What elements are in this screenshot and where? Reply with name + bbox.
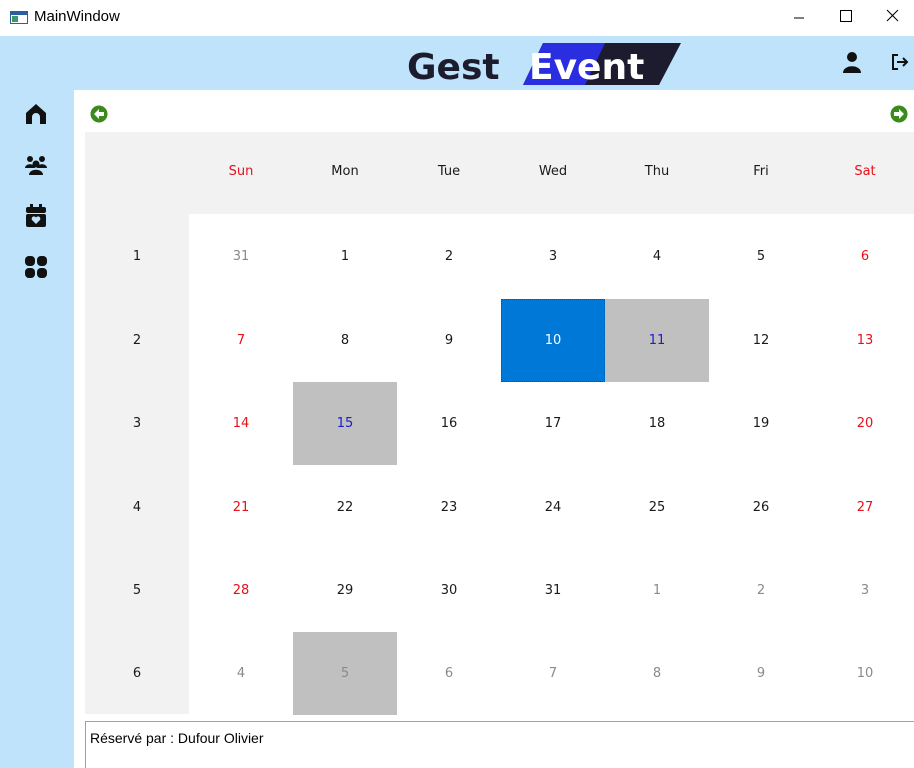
day-cell[interactable]: 8	[605, 632, 709, 715]
day-cell[interactable]: 30	[397, 549, 501, 632]
logout-icon[interactable]	[891, 53, 909, 71]
day-cell[interactable]: 3	[501, 215, 605, 298]
reservation-text: Réservé par : Dufour Olivier	[90, 730, 264, 746]
gest-event-logo: Gest Event	[407, 43, 681, 87]
close-icon	[886, 9, 899, 22]
day-cell[interactable]: 13	[813, 299, 914, 382]
maximize-button[interactable]	[822, 0, 868, 36]
day-cell[interactable]: 18	[605, 382, 709, 465]
selected-day-cell[interactable]: 10	[501, 299, 605, 382]
app-header: Gest Event	[0, 36, 914, 90]
window-title: MainWindow	[34, 8, 120, 25]
week-number: 6	[132, 666, 142, 681]
day-cell[interactable]: 4	[189, 632, 293, 715]
day-cell[interactable]: 4	[605, 215, 709, 298]
user-icon[interactable]	[843, 51, 861, 73]
day-cell[interactable]: 20	[813, 382, 914, 465]
day-cell[interactable]: 16	[397, 382, 501, 465]
day-cell[interactable]: 29	[293, 549, 397, 632]
day-cell[interactable]: 31	[501, 549, 605, 632]
week-number: 4	[132, 500, 142, 515]
day-cell[interactable]: 12	[709, 299, 813, 382]
logo-text-gest: Gest	[407, 47, 500, 87]
day-cell[interactable]: 27	[813, 466, 914, 549]
booked-day-cell[interactable]: 5	[293, 632, 397, 715]
day-cell[interactable]: 22	[293, 466, 397, 549]
day-cell[interactable]: 24	[501, 466, 605, 549]
day-cell[interactable]: 23	[397, 466, 501, 549]
day-header-fri: Fri	[753, 164, 769, 179]
day-header-sat: Sat	[854, 164, 876, 179]
week-number: 5	[132, 583, 142, 598]
sidebar	[0, 90, 74, 768]
reservation-info-box: Réservé par : Dufour Olivier	[85, 721, 914, 768]
maximize-icon	[840, 10, 852, 22]
day-cell[interactable]: 28	[189, 549, 293, 632]
day-cell[interactable]: 9	[397, 299, 501, 382]
close-button[interactable]	[868, 0, 914, 36]
day-cell[interactable]: 31	[189, 215, 293, 298]
users-icon[interactable]	[24, 153, 48, 177]
grid-icon[interactable]	[24, 255, 48, 279]
day-header-mon: Mon	[331, 164, 359, 179]
day-header-thu: Thu	[644, 164, 670, 179]
home-icon[interactable]	[24, 102, 48, 126]
day-cell[interactable]: 17	[501, 382, 605, 465]
app-window-icon	[10, 11, 28, 24]
day-cell[interactable]: 1	[605, 549, 709, 632]
next-month-button[interactable]	[890, 105, 908, 123]
day-cell[interactable]: 10	[813, 632, 914, 715]
day-cell[interactable]: 6	[397, 632, 501, 715]
minimize-button[interactable]	[776, 0, 822, 36]
previous-month-button[interactable]	[90, 105, 108, 123]
day-cell[interactable]: 5	[709, 215, 813, 298]
day-cell[interactable]: 7	[189, 299, 293, 382]
booked-day-cell[interactable]: 11	[605, 299, 709, 382]
day-cell[interactable]: 14	[189, 382, 293, 465]
week-number-column	[85, 214, 189, 714]
booked-day-cell[interactable]: 15	[293, 382, 397, 465]
day-cell[interactable]: 1	[293, 215, 397, 298]
week-number: 2	[132, 333, 142, 348]
day-cell[interactable]: 19	[709, 382, 813, 465]
day-cell[interactable]: 21	[189, 466, 293, 549]
day-header-wed: Wed	[538, 164, 568, 179]
week-number: 1	[132, 249, 142, 264]
calendar-heart-icon[interactable]	[24, 204, 48, 228]
minimize-icon	[794, 17, 804, 19]
week-number: 3	[132, 416, 142, 431]
day-cell[interactable]: 2	[709, 549, 813, 632]
day-cell[interactable]: 2	[397, 215, 501, 298]
day-cell[interactable]: 9	[709, 632, 813, 715]
day-header-tue: Tue	[437, 164, 461, 179]
day-cell[interactable]: 8	[293, 299, 397, 382]
day-cell[interactable]: 6	[813, 215, 914, 298]
day-cell[interactable]: 26	[709, 466, 813, 549]
day-header-sun: Sun	[228, 164, 254, 179]
title-bar: MainWindow	[0, 0, 914, 36]
day-cell[interactable]: 3	[813, 549, 914, 632]
day-cell[interactable]: 25	[605, 466, 709, 549]
day-cell[interactable]: 7	[501, 632, 605, 715]
logo-text-event: Event	[529, 47, 644, 87]
